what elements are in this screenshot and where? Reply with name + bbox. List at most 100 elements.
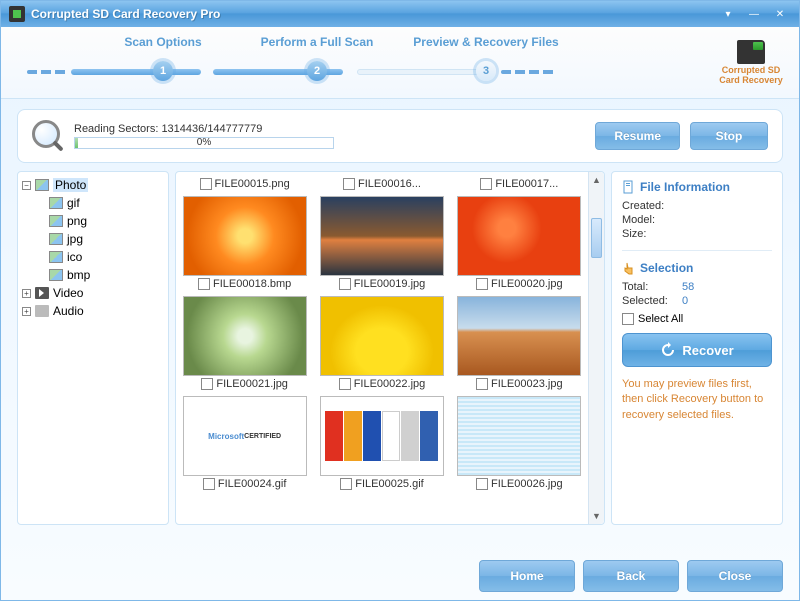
- back-button[interactable]: Back: [583, 560, 679, 592]
- titlebar: Corrupted SD Card Recovery Pro ▾ — ✕: [1, 1, 799, 27]
- thumbnail-cell[interactable]: FILE00023.jpg: [455, 294, 584, 390]
- hand-pointer-icon: [622, 261, 636, 275]
- gif-icon: [49, 197, 63, 209]
- header: Scan Options 1 Perform a Full Scan 2 Pre…: [1, 27, 799, 99]
- scan-info: Reading Sectors: 1314436/144777779 0%: [74, 123, 585, 149]
- thumbnail-cell[interactable]: FILE00022.jpg: [317, 294, 446, 390]
- thumbnail-checkbox[interactable]: [476, 478, 488, 490]
- footer: Home Back Close: [1, 552, 799, 600]
- thumbnail-image[interactable]: [320, 196, 444, 276]
- jpg-icon: [49, 233, 63, 245]
- thumbnail-image[interactable]: MicrosoftCERTIFIED: [183, 396, 307, 476]
- expand-icon[interactable]: +: [22, 289, 31, 298]
- thumbnail-image[interactable]: [457, 196, 581, 276]
- resume-button[interactable]: Resume: [595, 122, 680, 150]
- thumbnail-panel: FILE00015.pngFILE00016...FILE00017...FIL…: [175, 171, 605, 525]
- thumbnail-cell[interactable]: FILE00019.jpg: [317, 194, 446, 290]
- thumbnail-image[interactable]: [457, 396, 581, 476]
- window-title: Corrupted SD Card Recovery Pro: [31, 7, 715, 21]
- thumbnail-cell[interactable]: MicrosoftCERTIFIED FILE00024.gif: [180, 394, 309, 490]
- thumbnail-checkbox[interactable]: [198, 278, 210, 290]
- thumbnail-checkbox[interactable]: [201, 378, 213, 390]
- selected-value: 0: [682, 295, 688, 307]
- close-button[interactable]: Close: [687, 560, 783, 592]
- step-2-label: Perform a Full Scan: [261, 35, 374, 49]
- scan-sectors: 1314436/144777779: [161, 123, 262, 135]
- file-info-heading: File Information: [622, 180, 772, 194]
- minimize-button[interactable]: —: [741, 5, 767, 23]
- select-all-label: Select All: [638, 313, 683, 325]
- size-label: Size:: [622, 228, 682, 240]
- thumbnail-checkbox[interactable]: [339, 278, 351, 290]
- thumbnail-cell[interactable]: FILE00021.jpg: [180, 294, 309, 390]
- thumbnail-filename: FILE00020.jpg: [491, 278, 563, 290]
- thumbnail-filename: FILE00026.jpg: [491, 478, 563, 490]
- tree-node-bmp[interactable]: bmp: [36, 266, 166, 284]
- scan-status-panel: Reading Sectors: 1314436/144777779 0% Re…: [17, 109, 783, 163]
- thumbnail-checkbox[interactable]: [480, 178, 492, 190]
- thumbnail-image[interactable]: [320, 296, 444, 376]
- app-icon: [9, 6, 25, 22]
- thumbnail-filename: FILE00021.jpg: [216, 378, 288, 390]
- pin-button[interactable]: ▾: [715, 5, 741, 23]
- thumbnail-checkbox[interactable]: [203, 478, 215, 490]
- scan-progress-pct: 0%: [197, 137, 211, 148]
- scrollbar[interactable]: ▲ ▼: [588, 172, 604, 524]
- collapse-icon[interactable]: −: [22, 181, 31, 190]
- thumbnail-cell-partial: FILE00017...: [455, 178, 584, 190]
- thumbnail-checkbox[interactable]: [476, 278, 488, 290]
- thumbnail-checkbox[interactable]: [476, 378, 488, 390]
- thumbnail-checkbox[interactable]: [339, 378, 351, 390]
- photo-icon: [35, 179, 49, 191]
- recover-button[interactable]: Recover: [622, 333, 772, 367]
- thumbnail-checkbox[interactable]: [200, 178, 212, 190]
- main-window: Corrupted SD Card Recovery Pro ▾ — ✕ Sca…: [0, 0, 800, 601]
- stop-button[interactable]: Stop: [690, 122, 768, 150]
- scroll-track[interactable]: [589, 188, 604, 508]
- step-3-circle: 3: [476, 61, 496, 81]
- thumbnail-filename: FILE00024.gif: [218, 478, 287, 490]
- document-icon: [622, 180, 636, 194]
- scan-status-prefix: Reading Sectors:: [74, 123, 161, 135]
- tree-node-audio[interactable]: +Audio: [22, 302, 166, 320]
- tree-node-jpg[interactable]: jpg: [36, 230, 166, 248]
- tree-node-ico[interactable]: ico: [36, 248, 166, 266]
- refresh-icon: [660, 342, 676, 358]
- select-all-checkbox[interactable]: [622, 313, 634, 325]
- main-content: − Photo gif png jpg ico bmp +Video +Audi…: [17, 171, 783, 525]
- thumbnail-image[interactable]: [183, 196, 307, 276]
- scan-progress-bar: 0%: [74, 137, 334, 149]
- thumbnail-image[interactable]: [457, 296, 581, 376]
- sd-card-icon: [737, 40, 765, 64]
- tree-node-png[interactable]: png: [36, 212, 166, 230]
- expand-icon[interactable]: +: [22, 307, 31, 316]
- thumbnail-cell[interactable]: FILE00018.bmp: [180, 194, 309, 290]
- thumbnail-filename: FILE00023.jpg: [491, 378, 563, 390]
- magnifier-icon: [32, 120, 64, 152]
- video-icon: [35, 287, 49, 299]
- scroll-down-icon[interactable]: ▼: [589, 508, 604, 524]
- step-1-label: Scan Options: [124, 35, 201, 49]
- scroll-up-icon[interactable]: ▲: [589, 172, 604, 188]
- brand-logo: Corrupted SD Card Recovery: [719, 34, 783, 92]
- thumbnail-cell[interactable]: FILE00026.jpg: [455, 394, 584, 490]
- thumbnail-filename: FILE00019.jpg: [354, 278, 426, 290]
- scan-progress-fill: [75, 138, 78, 148]
- scroll-handle[interactable]: [591, 218, 602, 258]
- thumbnail-checkbox[interactable]: [343, 178, 355, 190]
- thumbnail-filename: FILE00016...: [358, 178, 421, 190]
- selected-label: Selected:: [622, 295, 682, 307]
- thumbnail-cell[interactable]: FILE00020.jpg: [455, 194, 584, 290]
- model-label: Model:: [622, 214, 682, 226]
- close-window-button[interactable]: ✕: [767, 5, 793, 23]
- category-tree: − Photo gif png jpg ico bmp +Video +Audi…: [20, 176, 166, 320]
- total-value: 58: [682, 281, 694, 293]
- tree-node-photo[interactable]: − Photo: [22, 176, 166, 194]
- thumbnail-cell[interactable]: FILE00025.gif: [317, 394, 446, 490]
- thumbnail-checkbox[interactable]: [340, 478, 352, 490]
- thumbnail-image[interactable]: [183, 296, 307, 376]
- thumbnail-image[interactable]: [320, 396, 444, 476]
- tree-node-gif[interactable]: gif: [36, 194, 166, 212]
- home-button[interactable]: Home: [479, 560, 575, 592]
- tree-node-video[interactable]: +Video: [22, 284, 166, 302]
